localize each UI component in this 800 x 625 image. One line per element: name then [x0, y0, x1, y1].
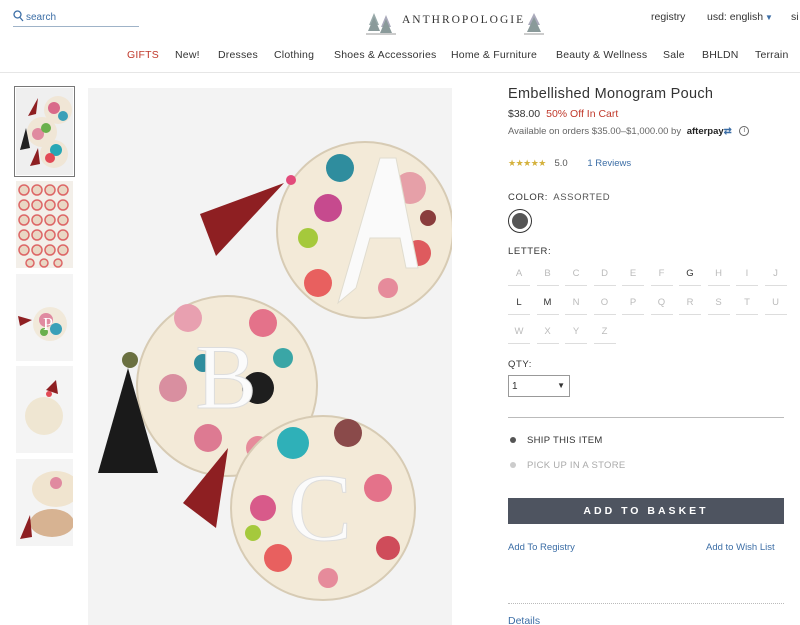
add-to-basket-button[interactable]: ADD TO BASKET: [508, 498, 784, 524]
letter-option-u[interactable]: U: [764, 291, 787, 315]
rating-score: 5.0: [554, 158, 568, 169]
letter-option-h[interactable]: H: [707, 262, 730, 286]
ship-this-item-option[interactable]: SHIP THIS ITEM: [510, 435, 603, 446]
radio-selected-icon: [510, 437, 516, 444]
nav-new[interactable]: New!: [175, 49, 200, 61]
letter-option-b[interactable]: B: [536, 262, 559, 286]
divider: [508, 417, 784, 418]
letter-option-s[interactable]: S: [707, 291, 730, 315]
letter-option-c[interactable]: C: [565, 262, 587, 286]
letter-option-q[interactable]: Q: [650, 291, 673, 315]
tree-left-icon: [366, 13, 396, 35]
qty-label: QTY:: [508, 359, 533, 370]
color-swatch-assorted[interactable]: [508, 209, 532, 233]
add-to-wishlist-link[interactable]: Add to Wish List: [706, 542, 775, 553]
nav-clothing[interactable]: Clothing: [274, 49, 314, 61]
search-input[interactable]: search: [26, 12, 56, 23]
thumbnail-1[interactable]: [14, 86, 75, 177]
currency-label: usd: english: [707, 11, 764, 23]
radio-unselected-icon: [510, 462, 516, 469]
search-icon: [13, 10, 24, 22]
anthropologie-logo[interactable]: ANTHROPOLOGIE: [364, 10, 544, 36]
swatch-fill: [512, 213, 528, 229]
discount-text: 50% Off In Cart: [546, 108, 619, 120]
signin-link[interactable]: si: [791, 11, 799, 23]
letter-option-n[interactable]: N: [565, 291, 587, 315]
letter-option-g[interactable]: G: [679, 262, 701, 286]
svg-text:P: P: [43, 314, 53, 334]
details-toggle[interactable]: Details: [508, 615, 540, 625]
color-label: COLOR: ASSORTED: [508, 192, 610, 203]
qty-select[interactable]: 1 ▼: [508, 375, 570, 397]
availability-note: Available on orders $35.00–$1,000.00 by …: [508, 126, 750, 137]
svg-text:B: B: [195, 326, 256, 428]
dropdown-arrow-icon: ▼: [557, 381, 565, 390]
nav-bhldn[interactable]: BHLDN: [702, 49, 739, 61]
nav-beauty-wellness[interactable]: Beauty & Wellness: [556, 49, 647, 61]
color-label-text: COLOR:: [508, 192, 549, 203]
pickup-label: PICK UP IN A STORE: [527, 460, 626, 471]
nav-shoes-accessories[interactable]: Shoes & Accessories: [334, 49, 436, 61]
letter-option-z[interactable]: Z: [593, 320, 616, 344]
details-divider: [508, 603, 784, 604]
thumbnail-image: [16, 366, 73, 453]
pickup-in-store-option[interactable]: PICK UP IN A STORE: [510, 460, 626, 471]
thumbnail-4[interactable]: [16, 366, 73, 453]
nav-terrain[interactable]: Terrain: [755, 49, 789, 61]
thumbnail-3[interactable]: P: [16, 274, 73, 361]
product-photo: B C: [88, 88, 452, 625]
thumbnail-image: [16, 88, 73, 175]
letter-option-x[interactable]: X: [536, 320, 559, 344]
nav-gifts[interactable]: GIFTS: [127, 49, 159, 61]
thumbnail-image: P: [16, 274, 73, 361]
letter-option-p[interactable]: P: [622, 291, 644, 315]
letter-option-j[interactable]: J: [764, 262, 787, 286]
afterpay-logo: afterpay⇄: [687, 126, 732, 137]
thumbnail-5[interactable]: [16, 459, 73, 546]
search-field[interactable]: search: [13, 9, 139, 27]
tree-right-icon: [524, 13, 544, 35]
product-rating: ★★★★★ 5.0 1 Reviews: [508, 158, 631, 169]
add-to-registry-link[interactable]: Add To Registry: [508, 542, 575, 553]
letter-option-i[interactable]: I: [736, 262, 758, 286]
letter-option-f[interactable]: F: [650, 262, 673, 286]
letter-option-w[interactable]: W: [508, 320, 530, 344]
registry-link[interactable]: registry: [651, 11, 685, 23]
letter-option-e[interactable]: E: [622, 262, 644, 286]
ship-label: SHIP THIS ITEM: [527, 435, 603, 446]
star-rating-icon: ★★★★★: [508, 158, 546, 168]
afterpay-label: afterpay: [686, 126, 724, 137]
color-value: ASSORTED: [553, 192, 611, 203]
main-nav: GIFTS New! Dresses Clothing Shoes & Acce…: [0, 49, 800, 65]
product-title: Embellished Monogram Pouch: [508, 86, 714, 102]
letter-option-r[interactable]: R: [679, 291, 701, 315]
letter-option-y[interactable]: Y: [565, 320, 587, 344]
letter-option-o[interactable]: O: [593, 291, 616, 315]
main-product-image[interactable]: B C: [88, 88, 452, 625]
currency-selector[interactable]: usd: english ▼: [707, 11, 773, 23]
reviews-link[interactable]: 1 Reviews: [587, 158, 631, 169]
thumbnail-image: [16, 459, 73, 546]
info-icon[interactable]: i: [739, 126, 750, 137]
nav-home-furniture[interactable]: Home & Furniture: [451, 49, 537, 61]
logo-wordmark: ANTHROPOLOGIE: [402, 14, 526, 26]
product-price: $38.00 50% Off In Cart: [508, 108, 618, 120]
letter-label: LETTER:: [508, 246, 552, 257]
letter-option-a[interactable]: A: [508, 262, 530, 286]
availability-text: Available on orders $35.00–$1,000.00 by: [508, 126, 682, 137]
thumbnail-2[interactable]: [16, 181, 73, 268]
nav-dresses[interactable]: Dresses: [218, 49, 258, 61]
header-divider: [0, 72, 800, 73]
thumbnail-image: [16, 181, 73, 268]
nav-sale[interactable]: Sale: [663, 49, 685, 61]
chevron-down-icon: ▼: [765, 13, 773, 22]
letter-option-t[interactable]: T: [736, 291, 758, 315]
svg-text:C: C: [288, 454, 352, 561]
letter-option-m[interactable]: M: [536, 291, 559, 315]
afterpay-arrow-icon: ⇄: [723, 126, 732, 137]
price-value: $38.00: [508, 108, 541, 120]
qty-value: 1: [512, 381, 518, 392]
letter-option-d[interactable]: D: [593, 262, 616, 286]
letter-option-l[interactable]: L: [508, 291, 530, 315]
